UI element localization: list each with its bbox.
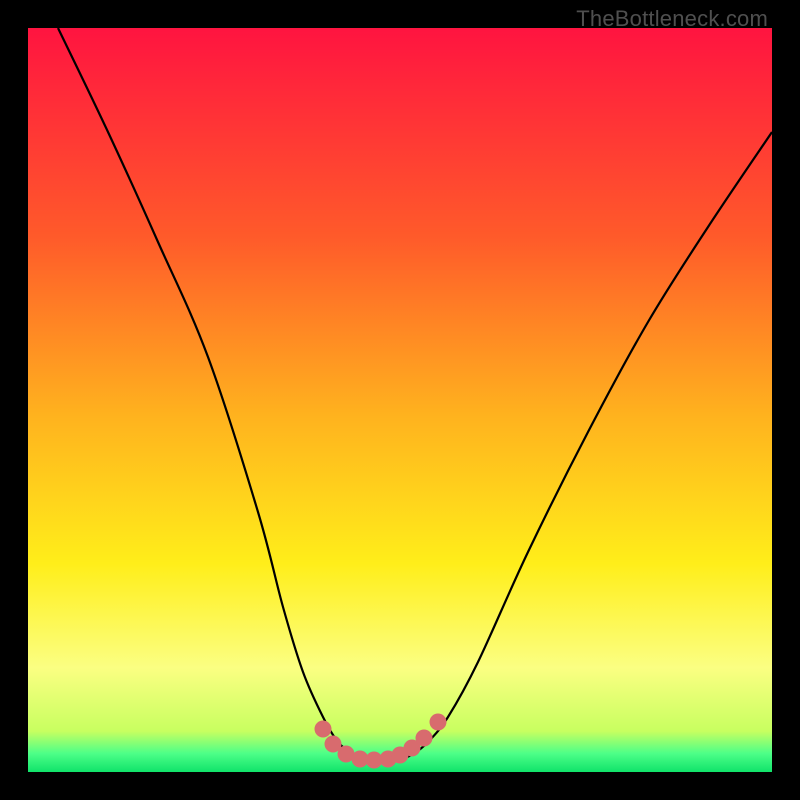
- chart-curve-layer: [28, 28, 772, 772]
- chart-frame: [28, 28, 772, 772]
- trough-dot: [416, 730, 433, 747]
- trough-dot: [315, 721, 332, 738]
- bottleneck-curve: [58, 28, 772, 762]
- trough-dot: [430, 714, 447, 731]
- trough-dots-group: [315, 714, 447, 769]
